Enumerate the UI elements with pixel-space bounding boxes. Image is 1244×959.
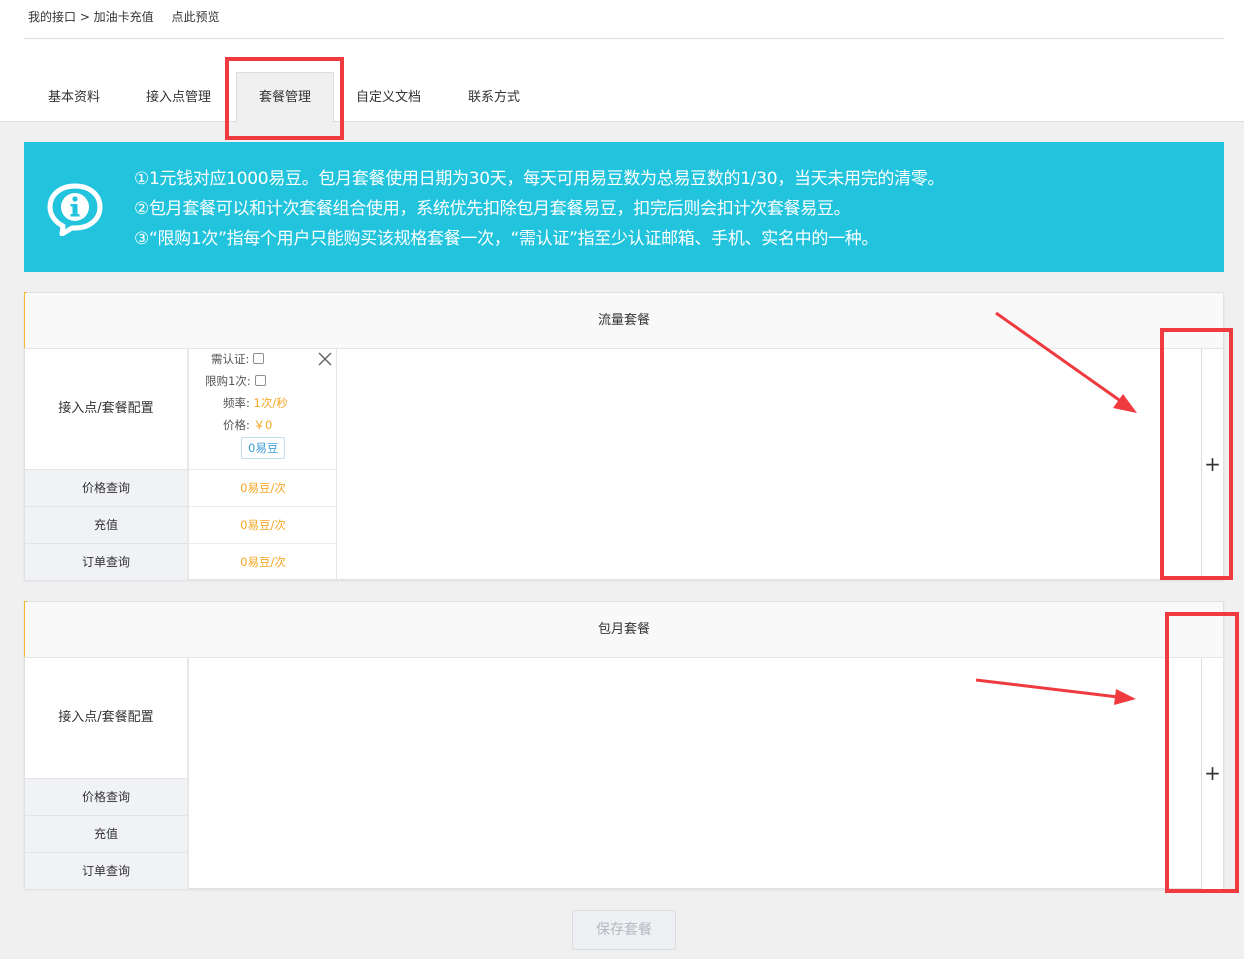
row-label-recharge: 充值	[25, 815, 187, 852]
cert-option: 需认证:	[211, 351, 265, 367]
save-package-button[interactable]: 保存套餐	[572, 910, 676, 950]
order-query-value[interactable]: 0易豆/次	[189, 543, 337, 580]
breadcrumb-path[interactable]: 我的接口 > 加油卡充值	[28, 8, 154, 25]
monthly-package-panel: 包月套餐 接入点/套餐配置 价格查询 充值 订单查询 +	[24, 601, 1224, 889]
notice-line-3: ③“限购1次”指每个用户只能购买该规格套餐一次，“需认证”指至少认证邮箱、手机、…	[134, 229, 879, 249]
row-label-recharge: 充值	[25, 506, 187, 543]
tab-contact[interactable]: 联系方式	[468, 72, 520, 122]
cert-label: 需认证:	[211, 352, 250, 366]
notice-banner: ①1元钱对应1000易豆。包月套餐使用日期为30天，每天可用易豆数为总易豆数的1…	[24, 142, 1224, 272]
config-label: 接入点/套餐配置	[25, 658, 187, 778]
info-icon	[47, 183, 103, 236]
traffic-package-panel: 流量套餐 接入点/套餐配置 价格查询 充值 订单查询 需认证: 限购1次: 频率…	[24, 292, 1224, 580]
notice-line-1: ①1元钱对应1000易豆。包月套餐使用日期为30天，每天可用易豆数为总易豆数的1…	[134, 169, 945, 189]
breadcrumb: 我的接口 > 加油卡充值 点此预览	[28, 8, 220, 25]
label-column: 接入点/套餐配置 价格查询 充值 订单查询	[25, 349, 187, 580]
beans-badge: 0易豆	[241, 437, 286, 459]
notice-line-2: ②包月套餐可以和计次套餐组合使用，系统优先扣除包月套餐易豆，扣完后则会扣计次套餐…	[134, 199, 851, 219]
price-query-value[interactable]: 0易豆/次	[189, 469, 337, 506]
tab-custom-docs[interactable]: 自定义文档	[356, 72, 421, 122]
tab-access-points[interactable]: 接入点管理	[146, 72, 211, 122]
limit-option: 限购1次:	[205, 373, 266, 389]
price-value[interactable]: ￥0	[254, 418, 273, 432]
panel-title: 流量套餐	[25, 293, 1223, 349]
header-divider	[24, 38, 1224, 39]
row-label-order-query: 订单查询	[25, 543, 187, 580]
preview-link[interactable]: 点此预览	[172, 8, 220, 25]
rate-label: 频率:	[223, 396, 250, 410]
recharge-value[interactable]: 0易豆/次	[189, 506, 337, 543]
rate-option: 频率: 1次/秒	[223, 395, 288, 411]
row-label-price-query: 价格查询	[25, 469, 187, 506]
package-config: 需认证: 限购1次: 频率: 1次/秒 价格: ￥0 0易豆	[189, 349, 337, 469]
page-header: 我的接口 > 加油卡充值 点此预览 基本资料 接入点管理 套餐管理 自定义文档 …	[0, 0, 1244, 122]
add-package-button[interactable]: +	[1201, 658, 1223, 889]
config-label: 接入点/套餐配置	[25, 349, 187, 469]
label-column: 接入点/套餐配置 价格查询 充值 订单查询	[25, 658, 187, 889]
row-label-price-query: 价格查询	[25, 778, 187, 815]
price-label: 价格:	[223, 418, 250, 432]
close-icon[interactable]	[317, 351, 333, 367]
price-option: 价格: ￥0	[223, 417, 272, 433]
package-card: 需认证: 限购1次: 频率: 1次/秒 价格: ￥0 0易豆 0易豆/次 0易豆…	[189, 349, 337, 580]
notice-text: ①1元钱对应1000易豆。包月套餐使用日期为30天，每天可用易豆数为总易豆数的1…	[134, 164, 945, 254]
rate-value[interactable]: 1次/秒	[254, 396, 288, 410]
add-package-button[interactable]: +	[1201, 349, 1223, 580]
panel-title: 包月套餐	[25, 602, 1223, 658]
limit-label: 限购1次:	[205, 374, 251, 388]
tab-basic-info[interactable]: 基本资料	[48, 72, 100, 122]
tab-package-management[interactable]: 套餐管理	[236, 72, 335, 122]
row-label-order-query: 订单查询	[25, 852, 187, 889]
column-divider	[187, 658, 189, 889]
limit-checkbox[interactable]	[254, 375, 266, 386]
cert-checkbox[interactable]	[253, 353, 265, 364]
